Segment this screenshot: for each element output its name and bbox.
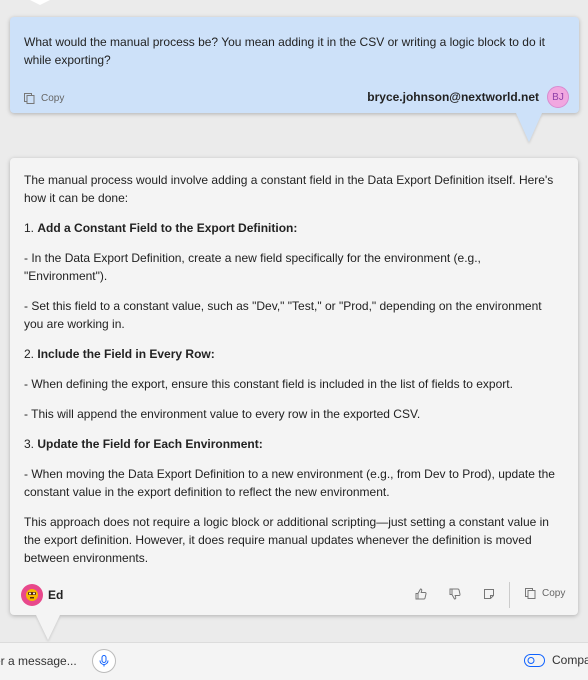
copy-icon — [525, 588, 536, 599]
footer-divider — [509, 582, 510, 608]
step-1-number: 1. — [24, 221, 35, 235]
step-2-title: Include the Field in Every Row: — [37, 347, 215, 361]
thumbs-up-icon[interactable] — [415, 588, 427, 600]
step-1-bullet-2: - Set this field to a constant value, su… — [24, 299, 542, 331]
user-message-text: What would the manual process be? You me… — [24, 35, 545, 67]
step-3-number: 3. — [24, 437, 35, 451]
microphone-button[interactable] — [92, 649, 116, 673]
toggle-icon[interactable] — [524, 654, 545, 667]
user-copy-label: Copy — [41, 92, 65, 104]
step-2-number: 2. — [24, 347, 35, 361]
user-message-footer: Copy bryce.johnson@nextworld.net BJ — [24, 86, 569, 109]
bot-avatar — [21, 584, 43, 606]
message-input[interactable] — [0, 651, 88, 671]
step-1-title: Add a Constant Field to the Export Defin… — [37, 221, 298, 235]
note-icon[interactable] — [483, 588, 495, 600]
bot-face-icon — [26, 589, 38, 601]
user-email: bryce.johnson@nextworld.net — [367, 90, 539, 104]
bot-message-tail — [36, 615, 60, 640]
step-2-bullet-1: - When defining the export, ensure this … — [24, 377, 513, 391]
user-copy-button[interactable]: Copy — [24, 87, 64, 109]
step-2-heading: 2. Include the Field in Every Row: — [24, 345, 564, 363]
step-3-heading: 3. Update the Field for Each Environment… — [24, 435, 564, 453]
bot-intro: The manual process would involve adding … — [24, 173, 554, 205]
compact-toggle-label: Compact — [552, 653, 588, 667]
copy-icon — [24, 92, 35, 104]
user-message-tail — [516, 113, 542, 142]
bot-message-body: The manual process would involve adding … — [24, 171, 564, 567]
bot-message-footer: Ed Copy — [10, 582, 578, 612]
message-input-bar: Compact — [0, 642, 588, 680]
user-message-bubble: What would the manual process be? You me… — [10, 17, 579, 113]
step-1-bullet-1: - In the Data Export Definition, create … — [24, 251, 481, 283]
bot-sender-name: Ed — [48, 588, 64, 602]
step-3-title: Update the Field for Each Environment: — [37, 437, 263, 451]
bot-copy-button[interactable]: Copy — [525, 588, 565, 599]
bot-copy-label: Copy — [542, 588, 566, 599]
previous-message-tail — [30, 0, 50, 5]
microphone-icon — [99, 655, 109, 667]
bot-message-bubble: The manual process would involve adding … — [10, 158, 578, 615]
thumbs-down-icon[interactable] — [449, 588, 461, 600]
bot-conclusion: This approach does not require a logic b… — [24, 515, 549, 565]
step-2-bullet-2: - This will append the environment value… — [24, 407, 421, 421]
step-3-bullet-1: - When moving the Data Export Definition… — [24, 467, 555, 499]
user-avatar: BJ — [547, 86, 569, 108]
step-1-heading: 1. Add a Constant Field to the Export De… — [24, 219, 564, 237]
